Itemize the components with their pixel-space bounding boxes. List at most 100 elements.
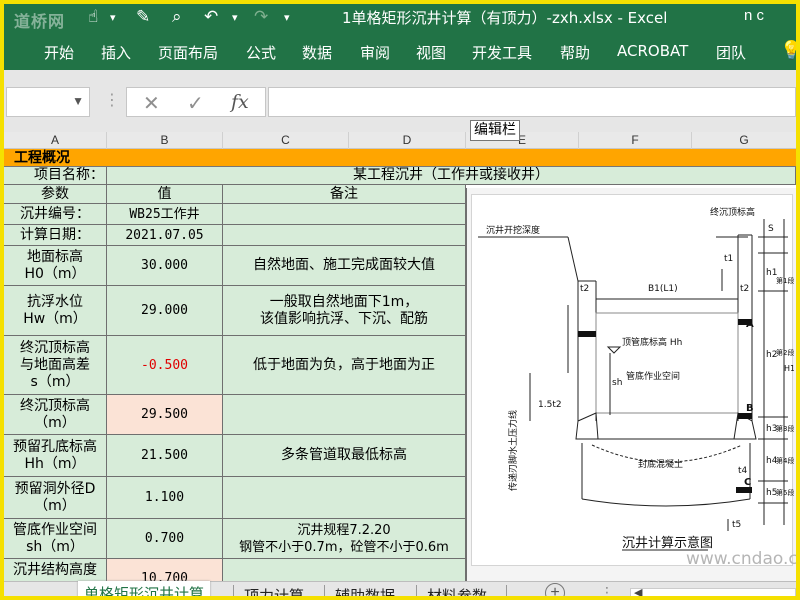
column-header-a[interactable]: A xyxy=(4,132,107,149)
undo-icon[interactable]: ↶ xyxy=(204,7,218,27)
column-header-c[interactable]: C xyxy=(223,132,349,149)
header-note-cell[interactable]: 备注 xyxy=(223,185,466,204)
label-H1: H1 xyxy=(784,364,794,373)
label-final-sink-top: 终沉顶标高 xyxy=(710,206,755,218)
note-cell[interactable]: 自然地面、施工完成面较大值 xyxy=(223,246,466,286)
note-cell[interactable]: 沉井规程7.2.20 钢管不小于0.7m，砼管不小于0.6m xyxy=(223,519,466,559)
column-header-f[interactable]: F xyxy=(579,132,692,149)
label-seg3: 第3段 xyxy=(776,424,794,433)
tab-acrobat[interactable]: ACROBAT xyxy=(617,42,688,60)
tab-insert[interactable]: 插入 xyxy=(101,42,131,63)
note-cell[interactable]: 多条管道取最低标高 xyxy=(223,435,466,477)
value-cell[interactable]: 21.500 xyxy=(107,435,223,477)
formula-input[interactable] xyxy=(268,87,796,117)
title-bar: 道桥网 ☝ ▾ ✎ ⌕ ↶ ▾ ↷ ▾ 1单格矩形沉井计算（有顶力）-zxh.x… xyxy=(4,4,796,32)
note-cell[interactable] xyxy=(223,395,466,435)
print-preview-icon[interactable]: ⌕ xyxy=(172,7,182,27)
sheet-tab-aux-data[interactable]: 辅助数据 xyxy=(335,585,395,596)
tab-home[interactable]: 开始 xyxy=(44,42,74,63)
project-name-cell[interactable]: 某工程沉井（工作井或接收井） xyxy=(107,167,796,185)
header-value-cell[interactable]: 值 xyxy=(107,185,223,204)
tab-page-layout[interactable]: 页面布局 xyxy=(158,42,218,63)
touch-mode-icon[interactable]: ☝ xyxy=(88,7,98,27)
tab-review[interactable]: 审阅 xyxy=(360,42,390,63)
cancel-icon[interactable]: ✕ xyxy=(143,91,160,116)
resize-handle-icon[interactable]: ⋮ xyxy=(104,90,120,110)
param-cell[interactable]: 管底作业空间 sh（m） xyxy=(4,519,107,559)
label-soil-pressure: 传递刃脚水土压力线 xyxy=(507,410,519,491)
more-options-icon[interactable]: ⋮ xyxy=(600,584,614,596)
tab-help[interactable]: 帮助 xyxy=(560,42,590,63)
label-t4: t4 xyxy=(738,466,748,476)
format-painter-icon[interactable]: ✎ xyxy=(136,7,150,27)
note-cell[interactable] xyxy=(223,225,466,246)
worksheet-grid: 工程概况 项目名称： 某工程沉井（工作井或接收井） 参数 值 备注 沉井编号： … xyxy=(4,149,796,581)
undo-dropdown-icon[interactable]: ▾ xyxy=(232,11,238,24)
param-cell[interactable]: 预留孔底标高 Hh（m） xyxy=(4,435,107,477)
value-cell[interactable]: -0.500 xyxy=(107,336,223,395)
label-excavation-depth: 沉井开挖深度 xyxy=(486,224,540,236)
note-cell[interactable] xyxy=(223,559,466,581)
value-cell[interactable]: WB25工作井 xyxy=(107,204,223,225)
note-cell[interactable] xyxy=(223,477,466,519)
add-sheet-icon[interactable]: + xyxy=(545,583,565,596)
tab-formulas[interactable]: 公式 xyxy=(246,42,276,63)
sheet-tab-main[interactable]: 单格矩形沉井计算 xyxy=(78,581,211,596)
column-headers: A B C D E F G xyxy=(4,132,796,149)
label-marker-b: B xyxy=(746,403,754,414)
name-box[interactable]: ▼ xyxy=(6,87,90,117)
tab-view[interactable]: 视图 xyxy=(416,42,446,63)
param-cell[interactable]: 终沉顶标高 与地面高差 s（m） xyxy=(4,336,107,395)
value-cell[interactable]: 30.000 xyxy=(107,246,223,286)
tell-me-bulb-icon[interactable]: 💡 xyxy=(780,40,796,61)
section-title: 工程概况 xyxy=(14,150,70,166)
value-cell[interactable]: 1.100 xyxy=(107,477,223,519)
user-initials[interactable]: n c xyxy=(744,7,764,24)
label-t2-right: t2 xyxy=(740,284,749,294)
column-header-g[interactable]: G xyxy=(692,132,796,149)
header-param-cell[interactable]: 参数 xyxy=(4,185,107,204)
value-cell[interactable]: 10.700 xyxy=(107,559,223,581)
formula-bar-tooltip: 编辑栏 xyxy=(470,120,520,141)
param-cell[interactable]: 计算日期： xyxy=(4,225,107,246)
touch-dropdown-icon[interactable]: ▾ xyxy=(110,11,116,24)
label-t2-left: t2 xyxy=(580,284,589,294)
param-cell[interactable]: 地面标高 H0（m） xyxy=(4,246,107,286)
param-cell[interactable]: 抗浮水位 Hw（m） xyxy=(4,286,107,336)
param-cell[interactable]: 终沉顶标高 （m） xyxy=(4,395,107,435)
diagram-svg: 沉井开挖深度 终沉顶标高 B1(L1) t1 t2 t2 顶管底标高 Hh 管底… xyxy=(478,206,795,551)
column-header-d[interactable]: D xyxy=(349,132,466,149)
note-cell[interactable]: 低于地面为负，高于地面为正 xyxy=(223,336,466,395)
chevron-down-icon[interactable]: ▼ xyxy=(72,94,84,108)
project-label-cell[interactable]: 项目名称： xyxy=(4,167,107,185)
insert-function-icon[interactable]: fx xyxy=(231,91,249,113)
sinking-well-diagram[interactable]: 沉井开挖深度 终沉顶标高 B1(L1) t1 t2 t2 顶管底标高 Hh 管底… xyxy=(471,194,795,566)
param-cell[interactable]: 沉井编号： xyxy=(4,204,107,225)
scroll-left-icon[interactable]: ◀ xyxy=(634,586,642,596)
label-s: S xyxy=(768,224,774,234)
tab-data[interactable]: 数据 xyxy=(302,42,332,63)
value-cell[interactable]: 29.000 xyxy=(107,286,223,336)
sheet-tab-thrust[interactable]: 顶力计算 xyxy=(244,585,304,596)
label-sh: sh xyxy=(612,378,622,388)
note-cell[interactable] xyxy=(223,204,466,225)
param-cell[interactable]: 预留洞外径D （m） xyxy=(4,477,107,519)
tab-developer[interactable]: 开发工具 xyxy=(472,42,532,63)
label-pipe-bottom: 顶管底标高 Hh xyxy=(622,336,682,348)
sheet-tab-materials[interactable]: 材料参数 xyxy=(427,585,487,596)
tab-team[interactable]: 团队 xyxy=(716,42,746,63)
label-pipe-work: 管底作业空间 xyxy=(626,370,680,382)
param-cell[interactable]: 沉井结构高度 xyxy=(4,559,107,581)
enter-check-icon[interactable]: ✓ xyxy=(187,91,204,116)
ribbon-tabs: 开始 插入 页面布局 公式 数据 审阅 视图 开发工具 帮助 ACROBAT 团… xyxy=(4,32,796,70)
column-header-b[interactable]: B xyxy=(107,132,223,149)
customize-qat-icon[interactable]: ▾ xyxy=(284,11,290,24)
value-cell[interactable]: 2021.07.05 xyxy=(107,225,223,246)
horizontal-scrollbar[interactable]: ◀ xyxy=(630,586,796,596)
value-cell[interactable]: 29.500 xyxy=(107,395,223,435)
note-cell[interactable]: 一般取自然地面下1m， 该值影响抗浮、下沉、配筋 xyxy=(223,286,466,336)
value-cell[interactable]: 0.700 xyxy=(107,519,223,559)
excel-window: 道桥网 ☝ ▾ ✎ ⌕ ↶ ▾ ↷ ▾ 1单格矩形沉井计算（有顶力）-zxh.x… xyxy=(0,0,800,600)
section-title-row[interactable]: 工程概况 xyxy=(4,149,796,167)
tab-separator xyxy=(416,585,417,596)
